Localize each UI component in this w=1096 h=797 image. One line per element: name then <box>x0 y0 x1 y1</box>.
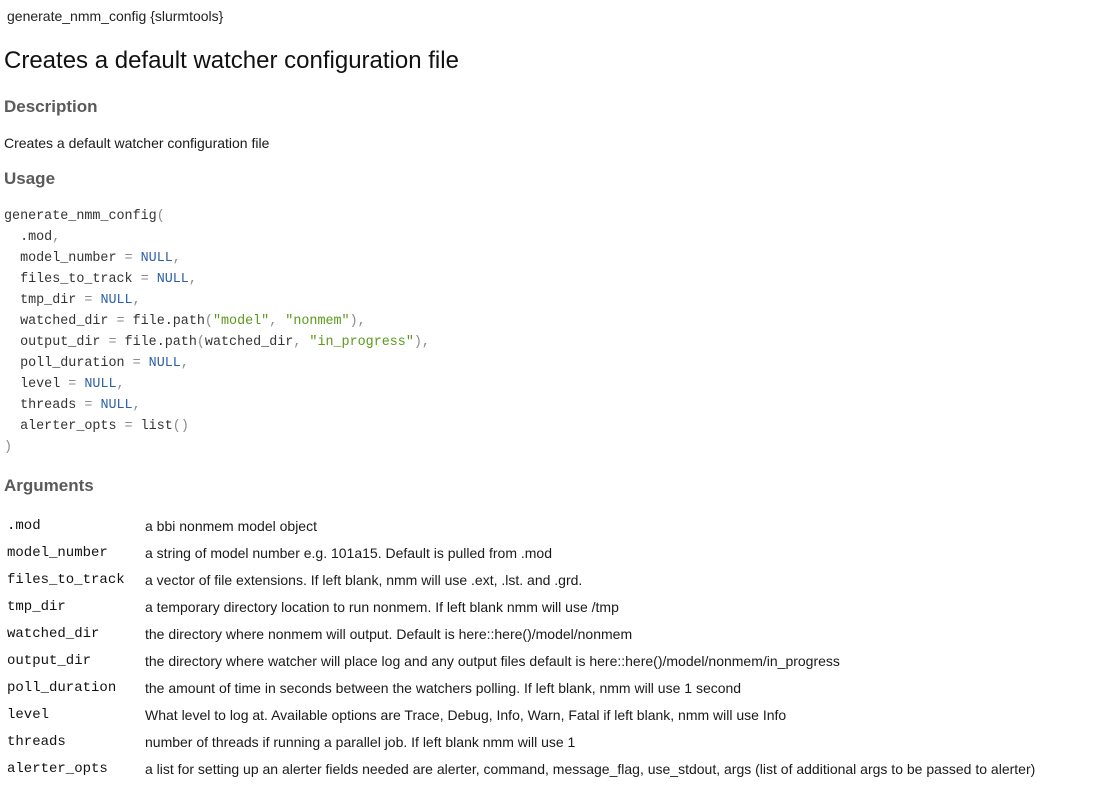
arguments-heading: Arguments <box>4 476 94 495</box>
usage-param-name: poll_duration <box>20 356 125 371</box>
usage-param-line: level = NULL, <box>4 377 125 392</box>
usage-default-token: NULL <box>100 293 133 308</box>
argument-name: tmp_dir <box>7 598 66 615</box>
usage-default-token: NULL <box>100 398 133 413</box>
usage-param-line: .mod, <box>4 230 60 245</box>
argument-row: threads number of threads if running a pa… <box>4 728 1038 755</box>
argument-description: the amount of time in seconds between th… <box>145 679 742 696</box>
argument-name: level <box>7 706 50 723</box>
usage-function-name: generate_nmm_config <box>4 209 157 224</box>
argument-description: number of threads if running a parallel … <box>145 733 576 750</box>
usage-param-line: watched_dir = file.path("model", "nonmem… <box>4 314 366 329</box>
usage-param-line: output_dir = file.path(watched_dir, "in_… <box>4 335 430 350</box>
usage-default-token: "model" <box>212 314 270 329</box>
usage-param-name: model_number <box>20 251 117 266</box>
usage-equals: = <box>132 272 157 287</box>
usage-param-name: output_dir <box>20 335 101 350</box>
usage-equals: = <box>100 335 125 350</box>
argument-description: the directory where watcher will place l… <box>145 652 840 669</box>
usage-comma: , <box>188 272 197 287</box>
argument-description: a bbi nonmem model object <box>145 517 317 534</box>
usage-equals: = <box>60 377 85 392</box>
argument-name: output_dir <box>7 652 92 669</box>
usage-default-token: , <box>293 335 310 350</box>
usage-close-paren: ) <box>4 440 13 455</box>
argument-description: the directory where nonmem will output. … <box>145 625 633 642</box>
usage-default-token: "nonmem" <box>285 314 350 329</box>
argument-row: level What level to log at. Available opt… <box>4 701 1038 728</box>
usage-default-token: ( <box>204 314 213 329</box>
usage-equals: = <box>108 314 133 329</box>
usage-equals: = <box>76 398 101 413</box>
usage-comma: , <box>132 398 141 413</box>
usage-default-token: () <box>172 419 189 434</box>
usage-comma: , <box>52 230 61 245</box>
argument-row: .mod a bbi nonmem model object <box>4 512 1038 539</box>
usage-param-name: alerter_opts <box>20 419 117 434</box>
usage-param-line: poll_duration = NULL, <box>4 356 189 371</box>
usage-equals: = <box>116 419 141 434</box>
usage-default-token: ( <box>196 335 205 350</box>
argument-row: alerter_opts a list for setting up an ale… <box>4 755 1038 782</box>
argument-name: model_number <box>7 544 108 561</box>
description-text: Creates a default watcher configuration … <box>4 135 270 151</box>
usage-equals: = <box>76 293 101 308</box>
argument-name: watched_dir <box>7 625 100 642</box>
usage-param-line: model_number = NULL, <box>4 251 181 266</box>
usage-param-name: .mod <box>20 230 53 245</box>
argument-row: watched_dir the directory where nonmem wi… <box>4 620 1038 647</box>
usage-default-token: NULL <box>156 272 189 287</box>
usage-comma: , <box>116 377 125 392</box>
usage-param-name: tmp_dir <box>20 293 77 308</box>
usage-param-name: threads <box>20 398 77 413</box>
usage-default-token: list <box>140 419 173 434</box>
argument-row: tmp_dir a temporary directory location to… <box>4 593 1038 620</box>
usage-default-token: ) <box>349 314 358 329</box>
argument-row: output_dir the directory where watcher wi… <box>4 647 1038 674</box>
argument-description: What level to log at. Available options … <box>145 706 787 723</box>
usage-param-name: watched_dir <box>20 314 109 329</box>
usage-comma: , <box>421 335 430 350</box>
doc-header: generate_nmm_config {slurmtools} <box>7 8 224 24</box>
usage-comma: , <box>132 293 141 308</box>
argument-row: files_to_track a vector of file extension… <box>4 566 1038 593</box>
usage-default-token: "in_progress" <box>309 335 414 350</box>
usage-default-token: file.path <box>124 335 197 350</box>
description-heading: Description <box>4 97 98 116</box>
usage-param-line: files_to_track = NULL, <box>4 272 197 287</box>
usage-comma: , <box>357 314 366 329</box>
argument-description: a vector of file extensions. If left bla… <box>145 571 583 588</box>
usage-default-token: , <box>269 314 286 329</box>
page-title: Creates a default watcher configuration … <box>4 47 459 74</box>
usage-param-name: level <box>20 377 61 392</box>
usage-heading: Usage <box>4 169 56 188</box>
usage-equals: = <box>124 356 149 371</box>
usage-default-token: ) <box>413 335 422 350</box>
usage-param-line: alerter_opts = list() <box>4 419 189 434</box>
arguments-table: .mod a bbi nonmem model object model_numbe… <box>4 512 1038 782</box>
usage-param-line: tmp_dir = NULL, <box>4 293 141 308</box>
usage-default-token: NULL <box>148 356 181 371</box>
usage-default-token: watched_dir <box>204 335 294 350</box>
argument-description: a temporary directory location to run no… <box>145 598 619 615</box>
argument-name: poll_duration <box>7 679 117 696</box>
argument-description: a string of model number e.g. 101a15. De… <box>145 544 552 561</box>
usage-param-line: threads = NULL, <box>4 398 141 413</box>
usage-param-name: files_to_track <box>20 272 133 287</box>
usage-default-token: NULL <box>84 377 117 392</box>
usage-code-block: generate_nmm_config( .mod, model_number … <box>4 206 430 458</box>
argument-row: poll_duration the amount of time in secon… <box>4 674 1038 701</box>
usage-comma: , <box>172 251 181 266</box>
argument-name: alerter_opts <box>7 760 108 777</box>
usage-comma: , <box>180 356 189 371</box>
usage-open-paren: ( <box>156 209 165 224</box>
argument-row: model_number a string of model number e.g… <box>4 539 1038 566</box>
argument-name: threads <box>7 733 66 750</box>
argument-description: a list for setting up an alerter fields … <box>145 760 1036 777</box>
argument-name: files_to_track <box>7 571 125 588</box>
usage-default-token: file.path <box>132 314 205 329</box>
usage-equals: = <box>116 251 141 266</box>
argument-name: .mod <box>7 517 41 534</box>
usage-default-token: NULL <box>140 251 173 266</box>
